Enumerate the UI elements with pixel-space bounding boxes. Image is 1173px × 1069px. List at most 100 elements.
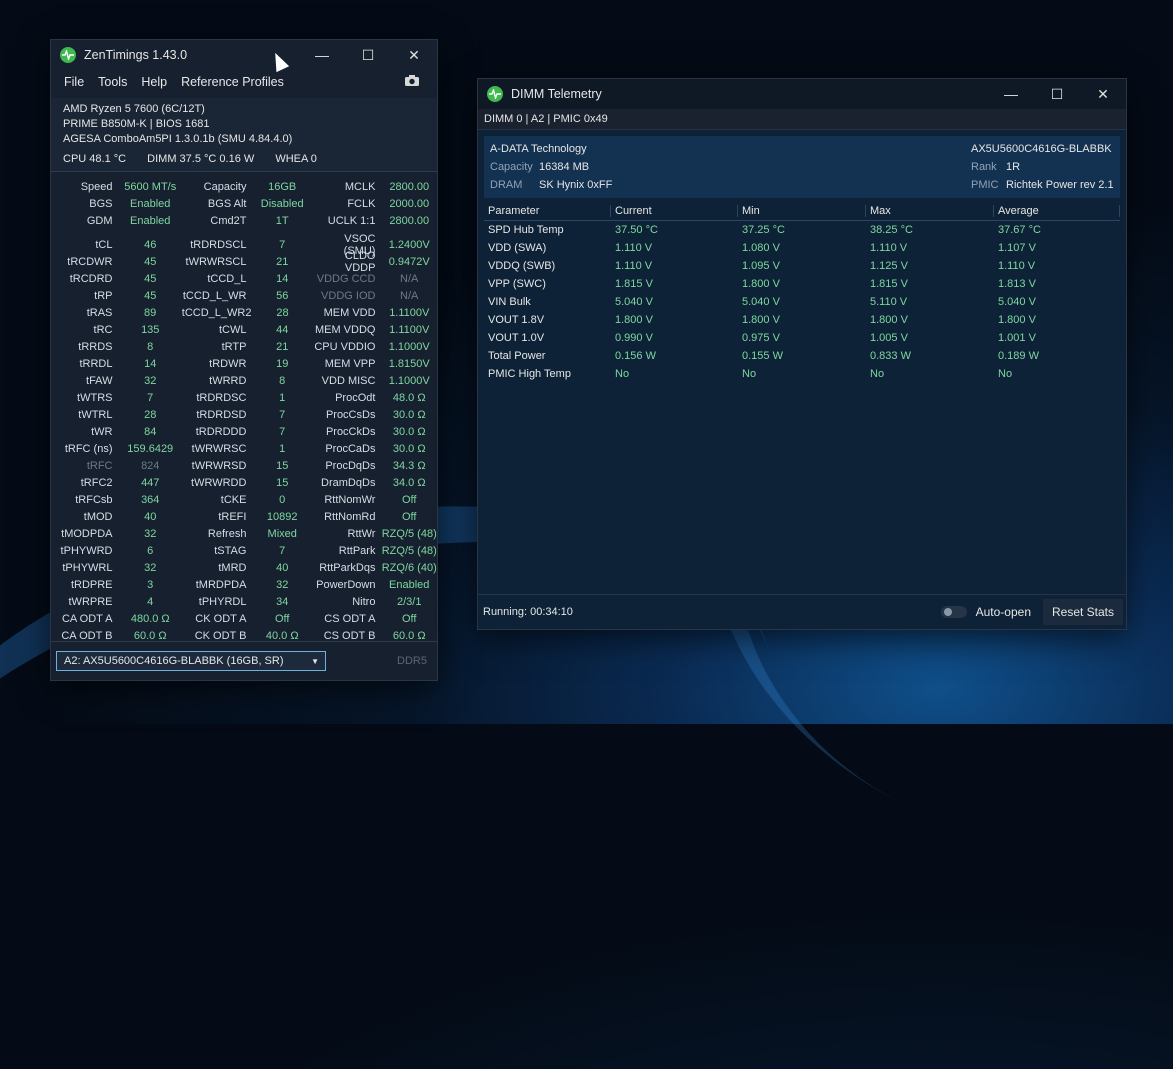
timing-label: tRTP: [221, 340, 247, 353]
timing-value: 2/3/1: [396, 595, 422, 608]
timing-row: tRRDS 8 tRTP 21 CPU VDDIO 1.1000V: [51, 338, 437, 355]
timing-value: 34: [276, 595, 289, 608]
timing-label: BGS Alt: [207, 197, 247, 210]
timing-value: 40: [276, 561, 289, 574]
pmic-label: PMIC: [971, 179, 999, 191]
timing-value: 30.0 Ω: [392, 408, 426, 421]
timing-label: BGS: [89, 197, 113, 210]
timing-row: tMOD 40 tREFI 10892 RttNomRd Off: [51, 508, 437, 525]
zentimings-titlebar[interactable]: ZenTimings 1.43.0 — ☐ ✕: [51, 40, 437, 70]
parameter-value: No: [870, 368, 885, 380]
timing-value: 44: [276, 323, 289, 336]
timing-label: CK ODT B: [194, 629, 247, 642]
column-header[interactable]: Parameter: [484, 205, 611, 217]
timing-value: 159.6429: [127, 442, 174, 455]
minimize-button[interactable]: —: [299, 40, 345, 70]
maximize-button[interactable]: ☐: [345, 40, 391, 70]
timing-label: tRDPRE: [70, 578, 113, 591]
timing-label: tCCD_L: [207, 272, 247, 285]
dimm-temp: DIMM 37.5 °C 0.16 W: [147, 153, 255, 165]
timing-value: 824: [141, 459, 160, 472]
close-button[interactable]: ✕: [391, 40, 437, 70]
timing-value: 32: [144, 561, 157, 574]
parameter-value: 1.815 V: [615, 278, 653, 290]
timing-label: tRDRDSD: [196, 408, 247, 421]
column-header[interactable]: Max: [866, 205, 994, 217]
timing-label: tRAS: [86, 306, 113, 319]
temperature-bar: CPU 48.1 °C DIMM 37.5 °C 0.16 W WHEA 0: [51, 147, 437, 172]
menu-tools[interactable]: Tools: [91, 75, 134, 89]
parameter-name: VPP (SWC): [488, 278, 546, 290]
timing-label: tRC: [93, 323, 113, 336]
parameter-value: 5.110 V: [870, 296, 908, 308]
timing-label: MEM VDD: [323, 306, 376, 319]
timing-label: tMODPDA: [61, 527, 113, 540]
timing-label: DramDqDs: [321, 476, 376, 489]
dimm-select-value: A2: AX5U5600C4616G-BLABBK (16GB, SR): [64, 655, 284, 667]
timing-value: Enabled: [130, 214, 171, 227]
timing-value: 2000.00: [389, 197, 430, 210]
menu-file[interactable]: File: [57, 75, 91, 89]
timing-label: CK ODT A: [195, 612, 247, 625]
timing-row: Speed 5600 MT/s Capacity 16GB MCLK 2800.00: [51, 178, 437, 195]
telemetry-titlebar[interactable]: DIMM Telemetry — ☐ ✕: [478, 79, 1126, 109]
timing-value: 0.9472V: [388, 255, 430, 268]
column-header[interactable]: Min: [738, 205, 866, 217]
timing-label: CLDO VDDP: [344, 249, 376, 274]
parameter-value: No: [742, 368, 757, 380]
table-row: VPP (SWC) 1.815 V 1.800 V 1.815 V 1.813 V: [484, 275, 1120, 293]
reset-stats-button[interactable]: Reset Stats: [1043, 599, 1123, 625]
module-info: A-DATA Technology AX5U5600C4616G-BLABBK …: [484, 136, 1120, 198]
parameter-value: 5.040 V: [998, 296, 1036, 308]
table-row: Total Power 0.156 W 0.155 W 0.833 W 0.189 W: [484, 347, 1120, 365]
parameter-value: 1.800 V: [870, 314, 908, 326]
timing-value: 45: [144, 255, 157, 268]
parameter-value: 37.25 °C: [742, 224, 785, 236]
timing-value: Off: [401, 510, 417, 523]
timing-value: 3: [147, 578, 154, 591]
timing-label: tPHYWRL: [62, 561, 113, 574]
timing-label: tRP: [94, 289, 113, 302]
timing-value: 32: [144, 527, 157, 540]
timing-label: Nitro: [352, 595, 376, 608]
menu-help[interactable]: Help: [134, 75, 174, 89]
timing-value: 1.2400V: [388, 238, 430, 251]
column-header[interactable]: Average: [994, 205, 1120, 217]
app-pulse-icon: [487, 86, 503, 102]
timing-value: 10892: [266, 510, 298, 523]
telemetry-footer: Running: 00:34:10 Auto-open Reset Stats: [478, 594, 1126, 629]
table-header: Parameter Current Min Max Average: [484, 202, 1120, 221]
timing-value: 7: [279, 544, 286, 557]
column-header[interactable]: Current: [611, 205, 738, 217]
timing-label: tWRPRE: [68, 595, 113, 608]
camera-icon[interactable]: [397, 74, 427, 90]
timing-value: 7: [279, 425, 286, 438]
dimm-slot-line: DIMM 0 | A2 | PMIC 0x49: [478, 109, 1126, 130]
timing-label: tWRWRSD: [191, 459, 247, 472]
minimize-button[interactable]: —: [988, 79, 1034, 109]
timing-value: Enabled: [389, 578, 430, 591]
auto-open-toggle[interactable]: [940, 606, 967, 618]
timing-value: 1.1100V: [389, 323, 430, 336]
timing-value: Disabled: [260, 197, 304, 210]
timing-value: 34.3 Ω: [392, 459, 426, 472]
close-button[interactable]: ✕: [1080, 79, 1126, 109]
parameter-name: VOUT 1.8V: [488, 314, 545, 326]
timing-label: tSTAG: [214, 544, 247, 557]
auto-open-label: Auto-open: [975, 605, 1031, 619]
timing-row: tMODPDA 32 Refresh Mixed RttWr RZQ/5 (48): [51, 525, 437, 542]
menu-reference-profiles[interactable]: Reference Profiles: [174, 75, 291, 89]
timing-value: 8: [279, 374, 286, 387]
timing-value: Mixed: [267, 527, 297, 540]
parameter-name: Total Power: [488, 350, 546, 362]
timing-row: tRDPRE 3 tMRDPDA 32 PowerDown Enabled: [51, 576, 437, 593]
dimm-select[interactable]: A2: AX5U5600C4616G-BLABBK (16GB, SR) ▼: [56, 651, 326, 671]
timing-row: tFAW 32 tWRRD 8 VDD MISC 1.1000V: [51, 372, 437, 389]
maximize-button[interactable]: ☐: [1034, 79, 1080, 109]
timing-value: 1T: [275, 214, 289, 227]
timing-label: tWTRS: [77, 391, 113, 404]
vendor: A-DATA Technology: [490, 143, 587, 155]
timing-row: tWTRS 7 tRDRDSC 1 ProcOdt 48.0 Ω: [51, 389, 437, 406]
window-title: DIMM Telemetry: [511, 87, 602, 101]
timing-value: 40: [144, 510, 157, 523]
